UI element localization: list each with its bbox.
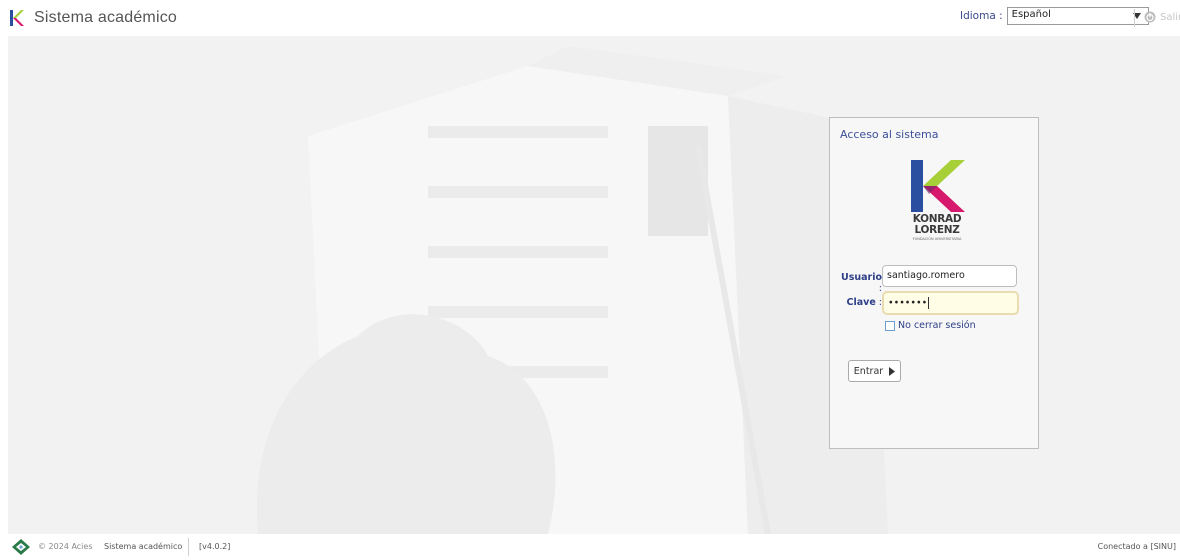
password-value: ••••••• [888,297,928,309]
app-title: Sistema académico [34,9,178,26]
footer-version: [v4.0.2] [199,542,231,551]
login-panel-title: Acceso al sistema [840,128,939,141]
username-value: santiago.romero [887,270,965,281]
keep-session-checkbox[interactable] [885,320,895,331]
power-icon [1144,11,1156,23]
brand: Sistema académico [10,9,177,27]
user-label: Usuario : [838,272,882,294]
top-header: Sistema académico Idioma : Español Salir [0,0,1180,36]
login-panel: Acceso al sistema KONRAD LORENZ FUNDACIÓ… [829,117,1039,449]
password-label-text: Clave [846,297,876,308]
submit-label: Entrar [853,365,884,377]
username-input[interactable]: santiago.romero [882,265,1017,287]
logo-text-subtitle: FUNDACIÓN UNIVERSITARIA [912,237,962,241]
submit-button[interactable]: Entrar [848,360,901,382]
password-input[interactable]: ••••••• [882,291,1019,315]
exit-label: Salir [1160,11,1180,23]
acies-logo-icon [12,539,30,555]
konrad-lorenz-k-icon [911,160,965,212]
footer-connection-status: Conectado a [SINU] [1097,542,1176,551]
header-divider [1134,9,1135,27]
footer-app-name: Sistema académico [104,542,183,551]
password-label: Clave : [838,297,882,308]
language-dropdown[interactable]: Español [1006,7,1149,25]
language-selector: Idioma : Español [960,7,1149,25]
footer-copyright: © 2024 Acies [38,542,93,551]
exit-button[interactable]: Salir [1144,11,1180,23]
konrad-k-logo-icon [10,10,24,26]
text-caret [928,297,930,309]
language-selected-value: Español [1011,9,1051,20]
language-label: Idioma : [960,10,1003,22]
keep-session-label[interactable]: No cerrar sesión [898,320,976,331]
footer-divider [188,538,189,556]
play-arrow-icon [889,366,896,376]
logo-text-konrad: KONRAD [912,213,962,225]
konrad-lorenz-logo: KONRAD LORENZ FUNDACIÓN UNIVERSITARIA [909,160,965,244]
user-label-text: Usuario [840,272,882,283]
keep-session-option[interactable]: No cerrar sesión [885,320,976,331]
footer: © 2024 Acies Sistema académico [v4.0.2] … [0,534,1180,560]
logo-text-lorenz: LORENZ [914,224,960,236]
